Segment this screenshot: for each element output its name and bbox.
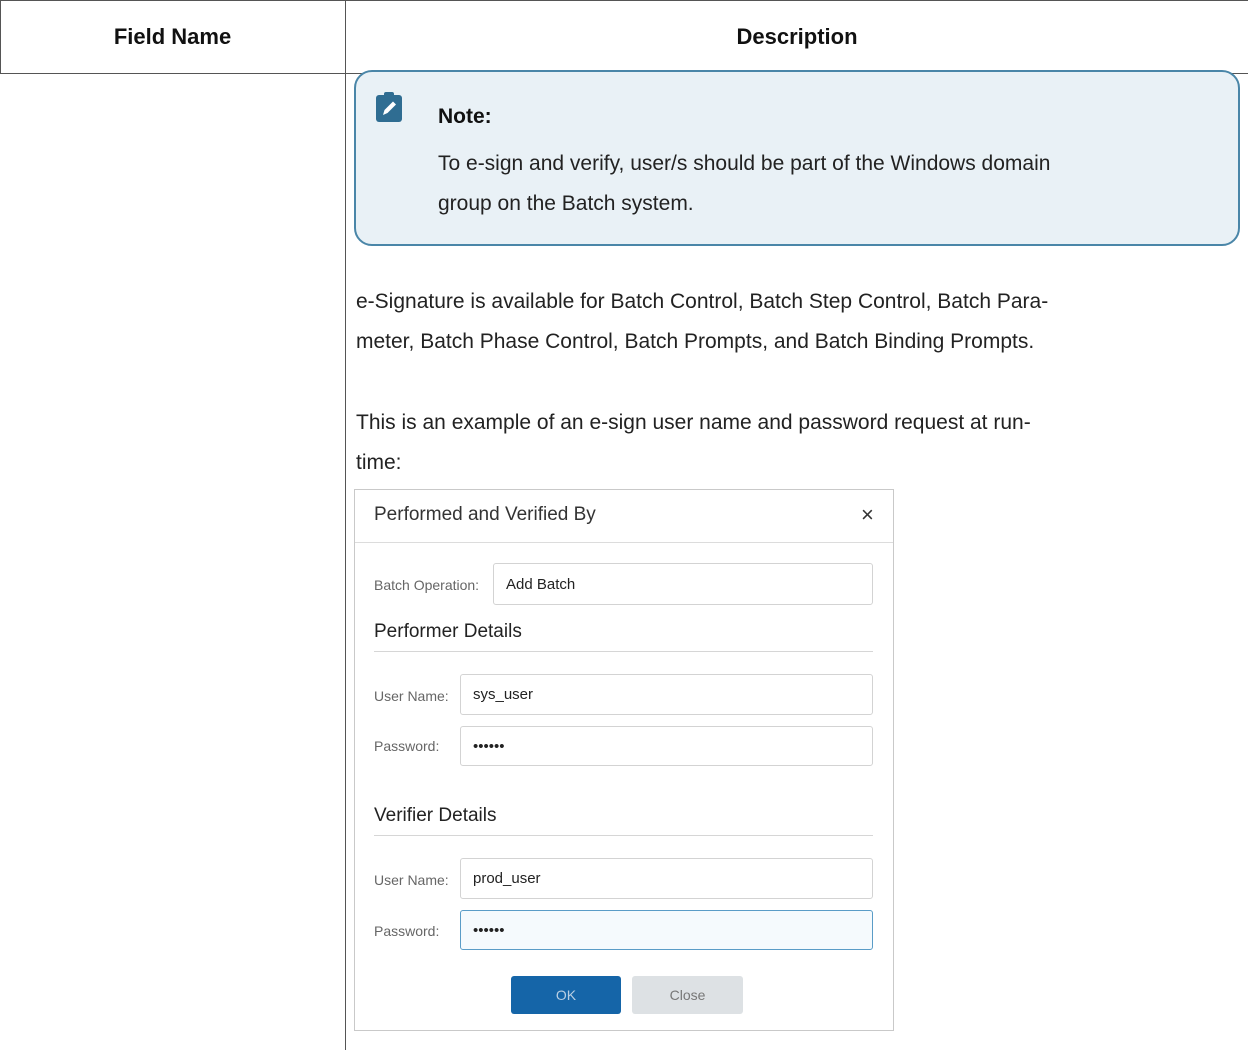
header-description: Description [736, 24, 858, 49]
paragraph-line: time: [356, 451, 402, 474]
performer-divider [374, 651, 873, 652]
close-icon[interactable]: × [861, 502, 874, 528]
esignature-availability-paragraph: e-Signature is available for Batch Contr… [356, 282, 1236, 362]
verifier-details-heading: Verifier Details [374, 805, 497, 826]
note-line: group on the Batch system. [438, 192, 694, 215]
ok-button[interactable]: OK [511, 976, 621, 1014]
example-intro-paragraph: This is an example of an e-sign user nam… [356, 403, 1236, 483]
batch-operation-label: Batch Operation: [374, 577, 480, 593]
batch-operation-field[interactable]: Add Batch [493, 563, 873, 605]
paragraph-line: meter, Batch Phase Control, Batch Prompt… [356, 330, 1035, 353]
table-column-divider [345, 0, 346, 1050]
paragraph-line: e-Signature is available for Batch Contr… [356, 290, 1049, 313]
performer-username-input[interactable]: sys_user [460, 674, 873, 715]
dialog-title-divider [355, 542, 893, 543]
performer-username-label: User Name: [374, 688, 449, 704]
performer-password-input[interactable]: •••••• [460, 726, 873, 766]
verifier-username-label: User Name: [374, 872, 449, 888]
dialog-title: Performed and Verified By [374, 504, 596, 525]
performer-details-heading: Performer Details [374, 621, 522, 642]
pencil-note-icon [376, 92, 402, 122]
verifier-username-input[interactable]: prod_user [460, 858, 873, 899]
performer-password-label: Password: [374, 738, 440, 754]
verifier-divider [374, 835, 873, 836]
performed-verified-dialog: Performed and Verified By × Batch Operat… [354, 489, 894, 1031]
verifier-password-label: Password: [374, 923, 440, 939]
paragraph-line: This is an example of an e-sign user nam… [356, 411, 1031, 434]
close-button[interactable]: Close [632, 976, 743, 1014]
verifier-password-input[interactable]: •••••• [460, 910, 873, 950]
note-text: To e-sign and verify, user/s should be p… [438, 144, 1228, 224]
note-callout: Note: To e-sign and verify, user/s shoul… [354, 70, 1240, 246]
note-title: Note: [438, 105, 492, 128]
note-line: To e-sign and verify, user/s should be p… [438, 152, 1051, 175]
header-field-name: Field Name [113, 24, 232, 49]
field-description-table: Field Name Description Note: To e-sign a… [0, 0, 1248, 1050]
